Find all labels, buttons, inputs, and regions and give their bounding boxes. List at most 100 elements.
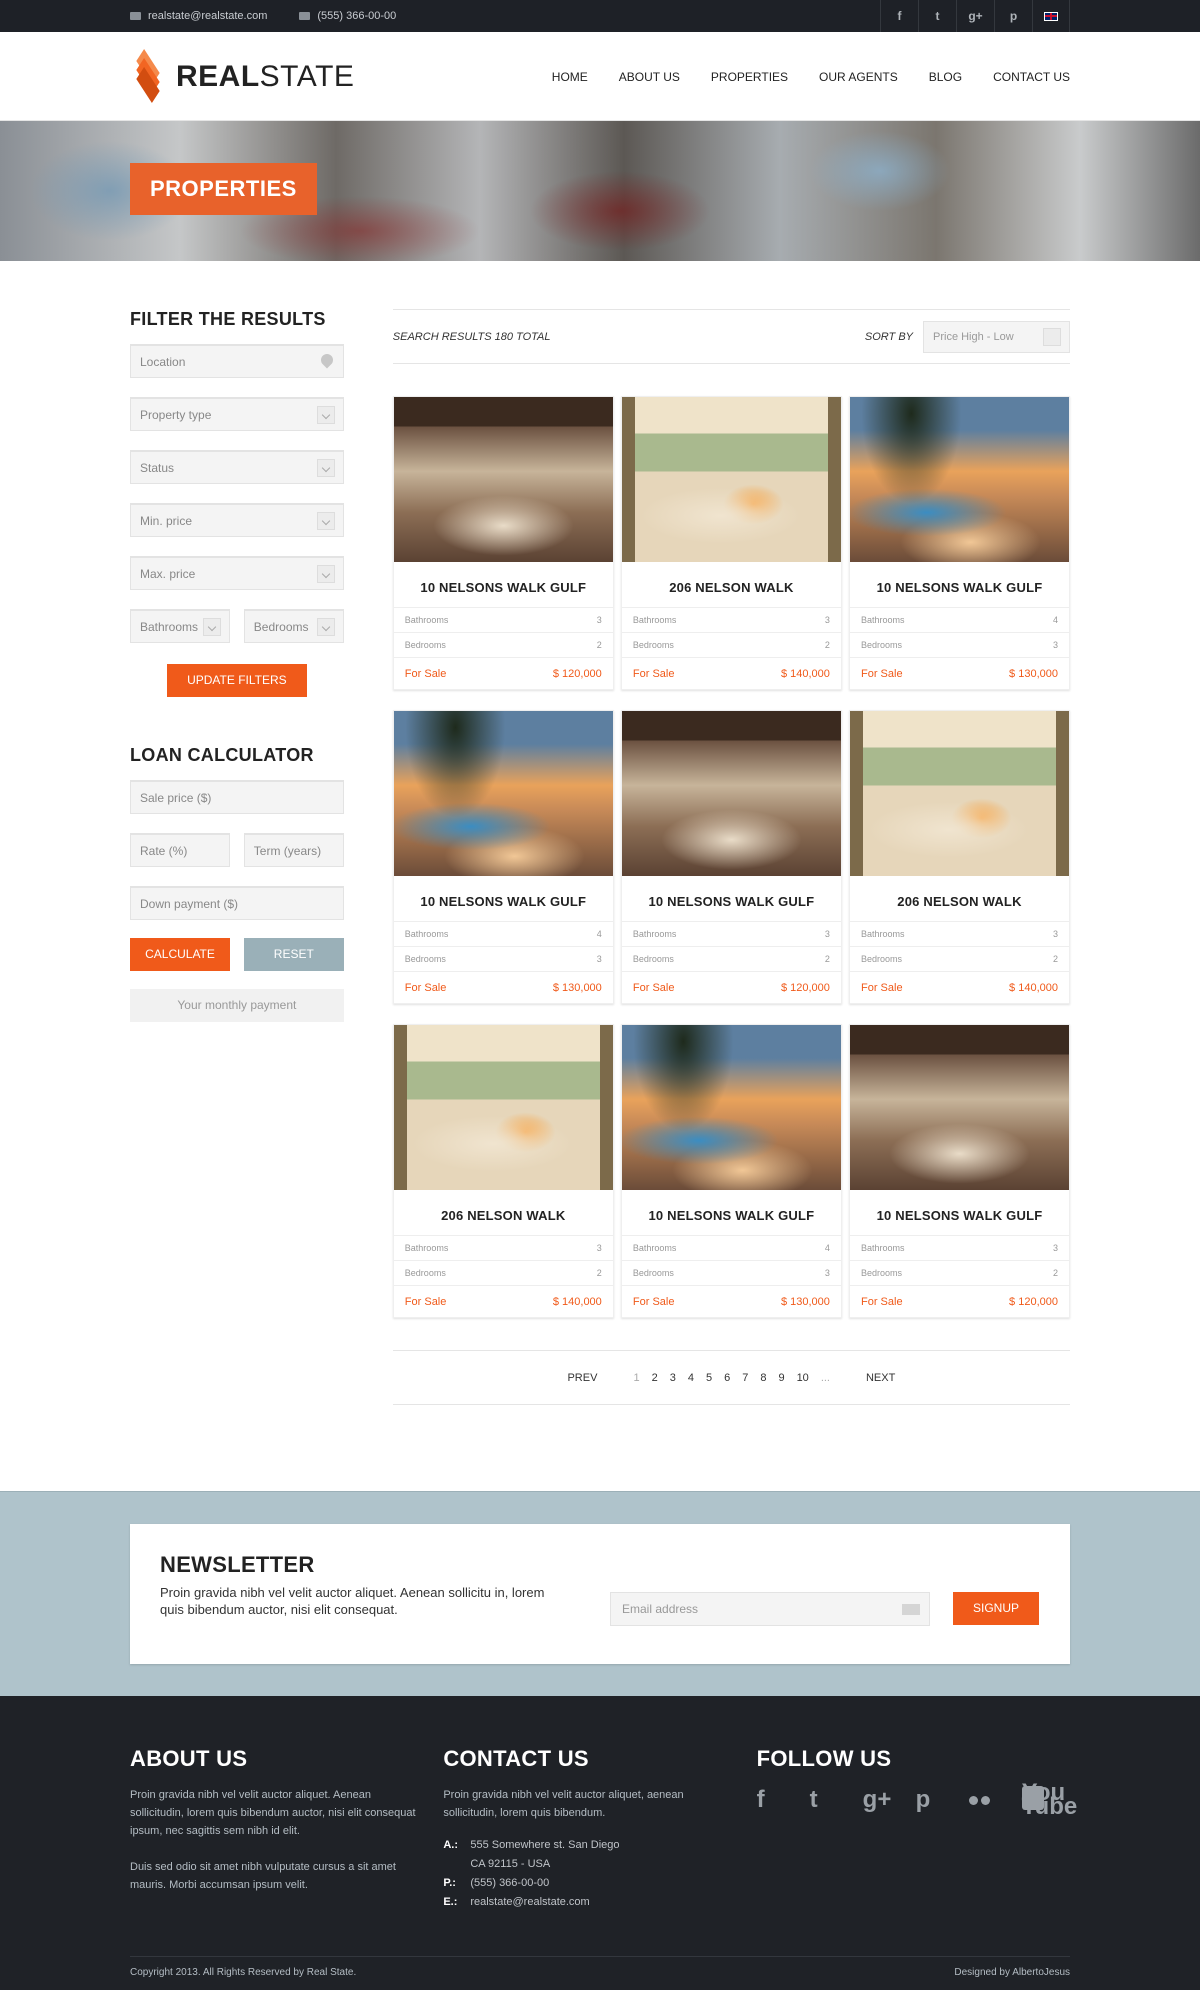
property-title[interactable]: 10 NELSONS WALK GULF <box>850 580 1069 595</box>
bedrooms-label: Bedrooms <box>860 1268 903 1278</box>
sort-select[interactable]: Price High - Low <box>923 320 1070 353</box>
footer-about-p2: Duis sed odio sit amet nibh vulputate cu… <box>130 1861 396 1891</box>
footer-email[interactable]: realstate@realstate.com <box>470 1893 589 1912</box>
price-row: For Sale $ 120,000 <box>621 971 841 1003</box>
property-photo[interactable] <box>393 397 613 562</box>
prev-link[interactable]: PREV <box>567 1372 597 1384</box>
down-payment-input[interactable]: Down payment ($) <box>130 886 344 920</box>
facebook-icon[interactable]: f <box>880 0 918 32</box>
google-plus-icon[interactable]: g+ <box>956 0 994 32</box>
max-price-select[interactable]: Max. price <box>130 556 344 590</box>
twitter-icon[interactable]: t <box>810 1786 863 1814</box>
property-photo[interactable] <box>849 397 1069 562</box>
property-card[interactable]: 10 NELSONS WALK GULF Bathrooms 3 Bedrooms 2 F… <box>848 1024 1070 1318</box>
rate-input[interactable]: Rate (%) <box>130 833 230 867</box>
property-title[interactable]: 10 NELSONS WALK GULF <box>394 580 613 595</box>
page-8[interactable]: 8 <box>760 1372 766 1384</box>
nav-blog[interactable]: BLOG <box>929 70 962 84</box>
page-1[interactable]: 1 <box>633 1372 639 1384</box>
status-select[interactable]: Status <box>130 450 344 484</box>
logo[interactable]: REALSTATE <box>130 48 354 103</box>
page-4[interactable]: 4 <box>688 1372 694 1384</box>
property-photo[interactable] <box>849 1025 1069 1190</box>
property-card[interactable]: 10 NELSONS WALK GULF Bathrooms 4 Bedrooms 3 F… <box>392 710 614 1004</box>
property-photo[interactable] <box>393 1025 613 1190</box>
page-3[interactable]: 3 <box>670 1372 676 1384</box>
page-10[interactable]: 10 <box>797 1372 809 1384</box>
property-card[interactable]: 10 NELSONS WALK GULF Bathrooms 3 Bedrooms 2 F… <box>392 396 614 690</box>
property-type-select[interactable]: Property type <box>130 397 344 431</box>
property-photo[interactable] <box>393 711 613 876</box>
update-filters-button[interactable]: UPDATE FILTERS <box>166 664 307 697</box>
bathrooms-label: Bathrooms <box>632 615 677 625</box>
footer-follow-heading: FOLLOW US <box>756 1746 892 1771</box>
page-2[interactable]: 2 <box>652 1372 658 1384</box>
bathrooms-select[interactable]: Bathrooms <box>130 609 230 643</box>
signup-button[interactable]: SIGNUP <box>953 1592 1039 1625</box>
property-card[interactable]: 10 NELSONS WALK GULF Bathrooms 4 Bedrooms 3 F… <box>620 1024 842 1318</box>
property-card[interactable]: 206 NELSON WALK Bathrooms 3 Bedrooms 2 For Sa… <box>620 396 842 690</box>
property-card[interactable]: 10 NELSONS WALK GULF Bathrooms 3 Bedrooms 2 F… <box>620 710 842 1004</box>
newsletter-email-input[interactable]: Email address <box>610 1592 930 1626</box>
property-card[interactable]: 206 NELSON WALK Bathrooms 3 Bedrooms 2 For Sa… <box>392 1024 614 1318</box>
property-title[interactable]: 206 NELSON WALK <box>394 1208 613 1223</box>
bedrooms-label: Bedrooms <box>404 1268 446 1278</box>
property-photo[interactable] <box>621 1025 841 1190</box>
twitter-icon[interactable]: t <box>918 0 956 32</box>
nav-about[interactable]: ABOUT US <box>619 70 680 84</box>
pinterest-icon[interactable]: p <box>916 1786 969 1814</box>
bedrooms-label: Bedrooms <box>860 640 903 650</box>
property-price: $ 130,000 <box>780 1295 830 1308</box>
bedrooms-value: 2 <box>1052 954 1058 964</box>
sale-price-input[interactable]: Sale price ($) <box>130 780 344 814</box>
bedrooms-row: Bedrooms 2 <box>393 1260 613 1285</box>
nav-home[interactable]: HOME <box>552 70 588 84</box>
footer-about: ABOUT US Proin gravida nibh vel velit au… <box>130 1746 443 1912</box>
top-email-text: realstate@realstate.com <box>148 10 268 22</box>
reset-button[interactable]: RESET <box>243 938 344 971</box>
property-title[interactable]: 10 NELSONS WALK GULF <box>394 894 613 909</box>
pinterest-icon[interactable]: p <box>994 0 1032 32</box>
page-9[interactable]: 9 <box>778 1372 784 1384</box>
page-ellipsis: ... <box>820 1371 830 1384</box>
bedrooms-label: Bedrooms <box>253 619 309 634</box>
property-photo[interactable] <box>621 711 841 876</box>
calculate-button[interactable]: CALCULATE <box>130 938 230 971</box>
bedrooms-select[interactable]: Bedrooms <box>243 609 344 643</box>
language-selector[interactable] <box>1032 0 1070 32</box>
property-card[interactable]: 10 NELSONS WALK GULF Bathrooms 4 Bedrooms 3 F… <box>848 396 1070 690</box>
property-title[interactable]: 206 NELSON WALK <box>850 894 1069 909</box>
property-title[interactable]: 10 NELSONS WALK GULF <box>622 1208 841 1223</box>
nav-agents[interactable]: OUR AGENTS <box>819 70 898 84</box>
page-5[interactable]: 5 <box>706 1372 712 1384</box>
google-plus-icon[interactable]: g+ <box>863 1786 916 1814</box>
property-card[interactable]: 206 NELSON WALK Bathrooms 3 Bedrooms 2 For Sa… <box>848 710 1070 1004</box>
property-photo[interactable] <box>621 397 841 562</box>
nav-properties[interactable]: PROPERTIES <box>711 70 788 84</box>
nav-contact[interactable]: CONTACT US <box>993 70 1070 84</box>
property-title[interactable]: 10 NELSONS WALK GULF <box>850 1208 1069 1223</box>
min-price-select[interactable]: Min. price <box>130 503 344 537</box>
location-input[interactable]: Location <box>130 344 344 378</box>
flickr-icon[interactable] <box>968 1786 1022 1814</box>
sale-status: For Sale <box>860 981 903 994</box>
top-email[interactable]: realstate@realstate.com <box>130 10 267 22</box>
footer-address-block: A.: 555 Somewhere st. San Diego CA 92115 … <box>443 1836 756 1912</box>
min-price-label: Min. price <box>140 513 193 528</box>
chevron-down-icon <box>316 459 335 477</box>
youtube-icon[interactable]: You Tube <box>1021 1781 1077 1819</box>
bedrooms-label: Bedrooms <box>404 954 446 964</box>
page-6[interactable]: 6 <box>724 1372 730 1384</box>
next-link[interactable]: NEXT <box>866 1372 895 1384</box>
property-photo[interactable] <box>849 711 1069 876</box>
property-price: $ 130,000 <box>552 981 602 994</box>
term-input[interactable]: Term (years) <box>243 833 344 867</box>
property-type-label: Property type <box>140 407 212 422</box>
page-7[interactable]: 7 <box>742 1372 748 1384</box>
property-price: $ 140,000 <box>780 667 830 680</box>
top-social: f t g+ p <box>880 0 1070 32</box>
facebook-icon[interactable]: f <box>757 1786 810 1814</box>
email-placeholder: Email address <box>622 1602 699 1616</box>
property-title[interactable]: 206 NELSON WALK <box>622 580 841 595</box>
property-title[interactable]: 10 NELSONS WALK GULF <box>622 894 841 909</box>
